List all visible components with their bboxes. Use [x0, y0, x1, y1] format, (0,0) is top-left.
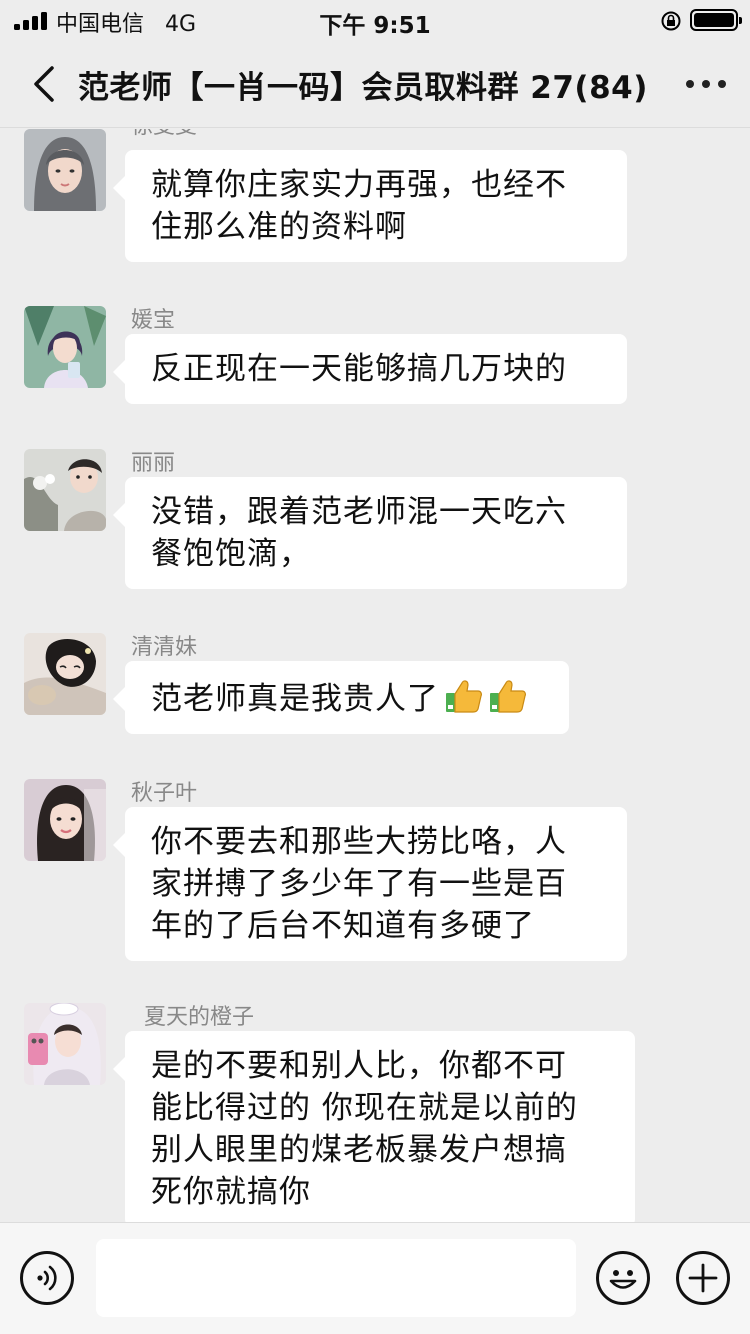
message-bubble[interactable]: 范老师真是我贵人了	[113, 661, 569, 734]
message-line: 就算你庄家实力再强，也经不	[151, 167, 567, 203]
emoji-icon	[609, 1270, 637, 1289]
message-bubble[interactable]: 没错，跟着范老师混一天吃六 餐饱饱滴，	[113, 477, 627, 589]
thumbs-up-icon	[490, 680, 526, 713]
thumbs-up-icon	[446, 680, 482, 713]
status-time: 下午 9:51	[319, 13, 431, 39]
message-bubble[interactable]: 就算你庄家实力再强，也经不 住那么准的资料啊	[113, 150, 627, 262]
sender-name: 媛宝	[131, 308, 176, 333]
message-line: 你不要去和那些大捞比咯，人	[151, 824, 567, 860]
status-bar: 中国电信 4G 下午 9:51	[0, 0, 750, 42]
message-bubble[interactable]: 反正现在一天能够搞几万块的	[113, 334, 627, 404]
message-line: 反正现在一天能够搞几万块的	[151, 351, 567, 387]
message-line: 范老师真是我贵人了	[151, 675, 543, 720]
message-line: 年的了后台不知道有多硬了	[151, 908, 535, 944]
sender-name: 徐斐斐	[131, 129, 197, 140]
message-line: 能比得过的 你现在就是以前的	[151, 1090, 578, 1126]
voice-button[interactable]	[20, 1251, 74, 1305]
avatar[interactable]	[24, 633, 106, 715]
voice-icon	[37, 1265, 57, 1291]
avatar[interactable]	[24, 1003, 106, 1085]
sender-name: 秋子叶	[131, 781, 198, 806]
sender-name: 夏天的橙子	[144, 1005, 255, 1030]
chevron-left-icon[interactable]	[28, 64, 60, 104]
message-line: 别人眼里的煤老板暴发户想搞	[151, 1132, 567, 1168]
emoji-button[interactable]	[596, 1251, 650, 1305]
message-line: 是的不要和别人比，你都不可	[151, 1048, 567, 1084]
nav-bar: 范老师【一肖一码】会员取料群 27(84)	[0, 42, 750, 128]
rotation-lock-icon	[661, 11, 681, 31]
chat-area[interactable]: 徐斐斐 就算你庄家实力再强，也经不 住那么准的资料啊 媛宝 反正现在一天能够搞几…	[0, 129, 750, 1222]
avatar[interactable]	[24, 779, 106, 861]
message-line: 住那么准的资料啊	[151, 209, 407, 245]
avatar[interactable]	[24, 449, 106, 531]
plus-button[interactable]	[676, 1251, 730, 1305]
avatar[interactable]	[24, 306, 106, 388]
sender-name: 丽丽	[131, 451, 176, 476]
message-bubble[interactable]: 是的不要和别人比，你都不可 能比得过的 你现在就是以前的 别人眼里的煤老板暴发户…	[113, 1031, 635, 1222]
chat-title: 范老师【一肖一码】会员取料群 27(84)	[78, 70, 648, 106]
message-line: 死你就搞你	[151, 1174, 311, 1210]
message-line: 家拼搏了多少年了有一些是百	[151, 866, 567, 902]
message-bubble[interactable]: 你不要去和那些大捞比咯，人 家拼搏了多少年了有一些是百 年的了后台不知道有多硬了	[113, 807, 627, 961]
input-bar	[0, 1222, 750, 1334]
avatar[interactable]	[24, 129, 106, 211]
message-line: 没错，跟着范老师混一天吃六	[151, 494, 567, 530]
sender-name: 清清妹	[131, 635, 198, 660]
message-text: 范老师真是我贵人了	[151, 681, 439, 717]
message-input[interactable]	[96, 1239, 576, 1317]
plus-icon	[688, 1263, 718, 1293]
message-line: 餐饱饱滴，	[151, 536, 311, 572]
battery-icon	[690, 9, 742, 31]
more-dots-icon[interactable]	[686, 80, 728, 90]
